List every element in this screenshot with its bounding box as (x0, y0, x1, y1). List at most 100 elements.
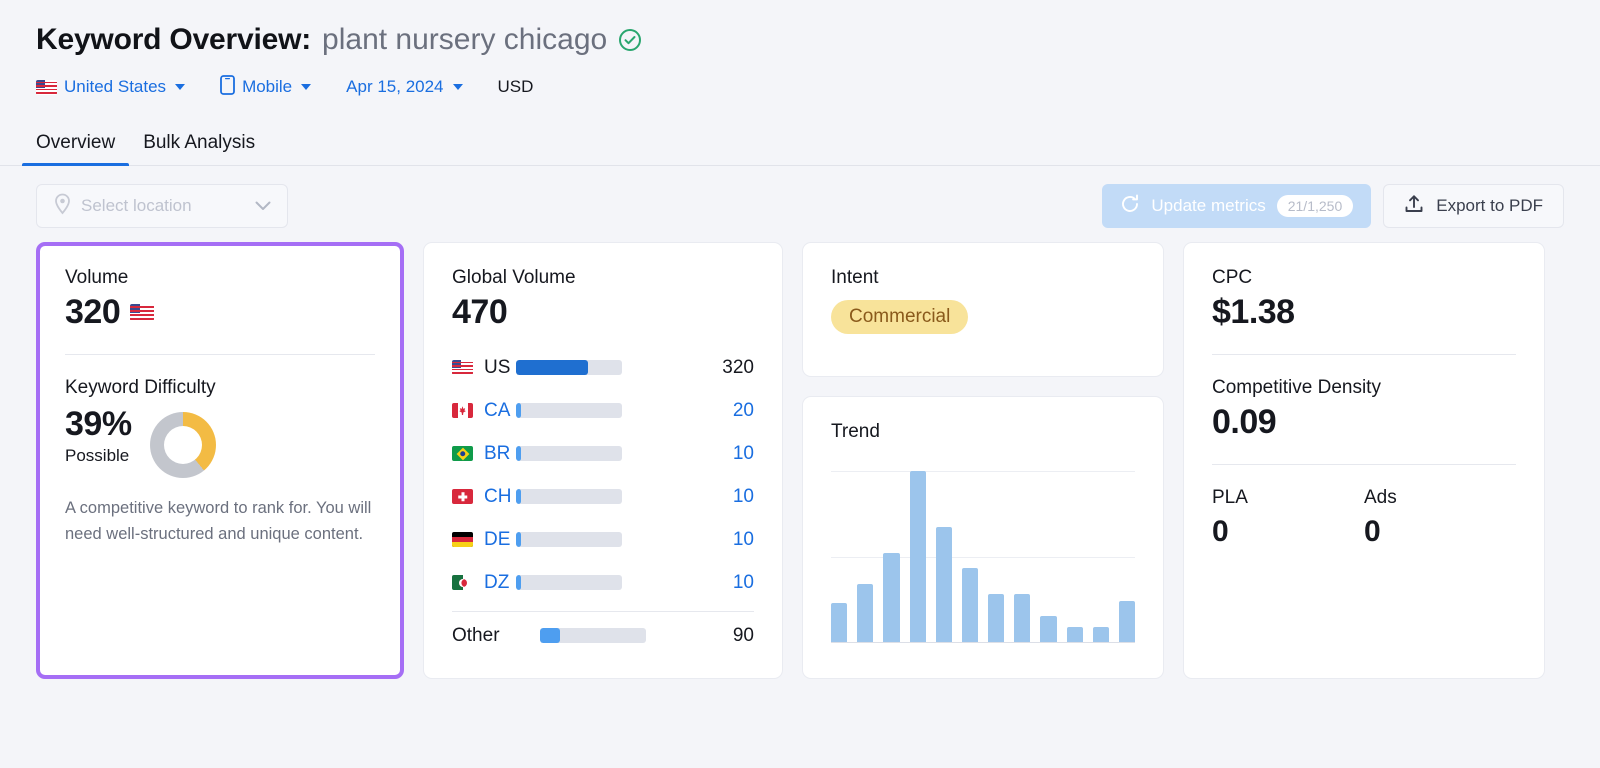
trend-bar (1066, 626, 1083, 642)
table-row[interactable]: CA 20 (452, 389, 754, 432)
tab-overview[interactable]: Overview (22, 132, 130, 166)
competitive-density-label: Competitive Density (1212, 377, 1381, 398)
trend-label: Trend (831, 421, 880, 442)
chart-axis (831, 642, 1135, 643)
trend-bar (1092, 626, 1109, 642)
location-select[interactable]: Select location (36, 184, 288, 228)
country-cell: Other (452, 625, 540, 647)
intent-card: Intent Commercial (802, 242, 1164, 377)
location-placeholder: Select location (81, 196, 192, 215)
chevron-down-icon (452, 84, 463, 90)
update-metrics-button[interactable]: Update metrics 21/1,250 (1102, 184, 1372, 228)
column-global-volume: Global Volume 470 US 320 CA 20 BR 10 CH 10 DE 10 D… (423, 242, 783, 679)
device-selector[interactable]: Mobile (220, 74, 312, 100)
ch-flag-icon (452, 489, 473, 504)
volume-number: 10 (732, 442, 754, 464)
br-flag-icon (452, 446, 473, 461)
check-circle-icon (618, 28, 642, 52)
trend-card: Trend (802, 396, 1164, 679)
export-pdf-button[interactable]: Export to PDF (1383, 184, 1564, 228)
keyword-text: plant nursery chicago (322, 23, 608, 56)
trend-bar (1014, 594, 1031, 642)
country-code: DZ (484, 571, 510, 593)
meta-row: United States Mobile Apr 15, 2024 USD (36, 74, 1600, 100)
country-cell: CH (452, 486, 516, 508)
global-volume-label: Global Volume (452, 267, 576, 288)
column-intent-trend: Intent Commercial Trend (802, 242, 1164, 679)
competitive-density-value: 0.09 (1212, 403, 1277, 441)
currency-label: USD (497, 77, 534, 96)
export-pdf-label: Export to PDF (1436, 196, 1543, 215)
trend-bar (935, 527, 952, 642)
country-cell: CA (452, 400, 516, 422)
table-row[interactable]: CH 10 (452, 475, 754, 518)
column-volume: Volume 320 Keyword Difficulty 39% Possib… (36, 242, 404, 679)
pla-ads-row: PLA 0 Ads 0 (1212, 487, 1516, 549)
table-row[interactable]: DE 10 (452, 518, 754, 561)
cpc-card: CPC $1.38 Competitive Density 0.09 PLA 0… (1183, 242, 1545, 679)
table-row: Other 90 (452, 614, 754, 657)
volume-bar (516, 489, 622, 504)
volume-bar (540, 628, 646, 643)
country-cell: DE (452, 529, 516, 551)
trend-bar (909, 471, 926, 642)
trend-bars (831, 471, 1136, 642)
cpc-value: $1.38 (1212, 293, 1295, 331)
ads-block: Ads 0 (1364, 487, 1516, 549)
global-volume-value: 470 (452, 293, 508, 331)
column-cpc: CPC $1.38 Competitive Density 0.09 PLA 0… (1183, 242, 1545, 679)
table-row[interactable]: DZ 10 (452, 561, 754, 604)
country-code: US (484, 356, 511, 378)
volume-card: Volume 320 Keyword Difficulty 39% Possib… (36, 242, 404, 679)
mobile-device-icon (220, 74, 235, 100)
table-row[interactable]: US 320 (452, 346, 754, 389)
title-row: Keyword Overview: plant nursery chicago (36, 18, 1600, 62)
trend-bar (988, 594, 1005, 642)
kd-text-block: 39% Possible (65, 405, 132, 466)
trend-bar (831, 602, 848, 642)
volume-number: 10 (732, 528, 754, 550)
volume-number: 90 (732, 624, 754, 646)
device-label: Mobile (242, 77, 293, 96)
pla-value: 0 (1212, 515, 1229, 548)
pla-block: PLA 0 (1212, 487, 1364, 549)
tab-bar: Overview Bulk Analysis (0, 120, 1600, 166)
chevron-down-icon (175, 84, 186, 90)
country-cell: US (452, 357, 516, 379)
toolbar-actions: Update metrics 21/1,250 Export to PDF (1102, 184, 1564, 228)
volume-bar (516, 575, 622, 590)
trend-bar (961, 568, 979, 642)
country-code: DE (484, 528, 511, 550)
trend-bar (1040, 616, 1057, 642)
volume-bar (516, 360, 622, 375)
metrics-grid: Volume 320 Keyword Difficulty 39% Possib… (0, 228, 1600, 679)
volume-bar (516, 446, 622, 461)
intent-badge[interactable]: Commercial (831, 300, 969, 334)
kd-description: A competitive keyword to rank for. You w… (65, 499, 372, 543)
kd-donut-chart (149, 412, 216, 478)
trend-chart (831, 471, 1136, 643)
de-flag-icon (452, 532, 473, 547)
country-volume-list: US 320 CA 20 BR 10 CH 10 DE 10 DZ 10 Other 90 (452, 346, 754, 657)
divider (452, 611, 754, 612)
date-selector[interactable]: Apr 15, 2024 (346, 77, 463, 97)
country-cell: DZ (452, 572, 516, 594)
kd-status-label: Possible (65, 446, 130, 465)
volume-value: 320 (65, 293, 121, 331)
upload-icon (1404, 194, 1424, 219)
ca-flag-icon (452, 403, 473, 418)
trend-bar (1118, 600, 1136, 642)
ads-value: 0 (1364, 515, 1381, 548)
tab-bulk-analysis[interactable]: Bulk Analysis (129, 132, 269, 165)
page-title: Keyword Overview: (36, 23, 312, 56)
keyword-difficulty-label: Keyword Difficulty (65, 377, 216, 398)
country-selector[interactable]: United States (36, 77, 186, 97)
volume-number: 320 (722, 356, 754, 378)
refresh-icon (1120, 194, 1140, 219)
table-row[interactable]: BR 10 (452, 432, 754, 475)
country-code: CA (484, 399, 511, 421)
trend-bar (883, 553, 900, 642)
dz-flag-icon (452, 575, 473, 590)
divider (1212, 354, 1516, 355)
volume-value-row: 320 (65, 293, 375, 332)
